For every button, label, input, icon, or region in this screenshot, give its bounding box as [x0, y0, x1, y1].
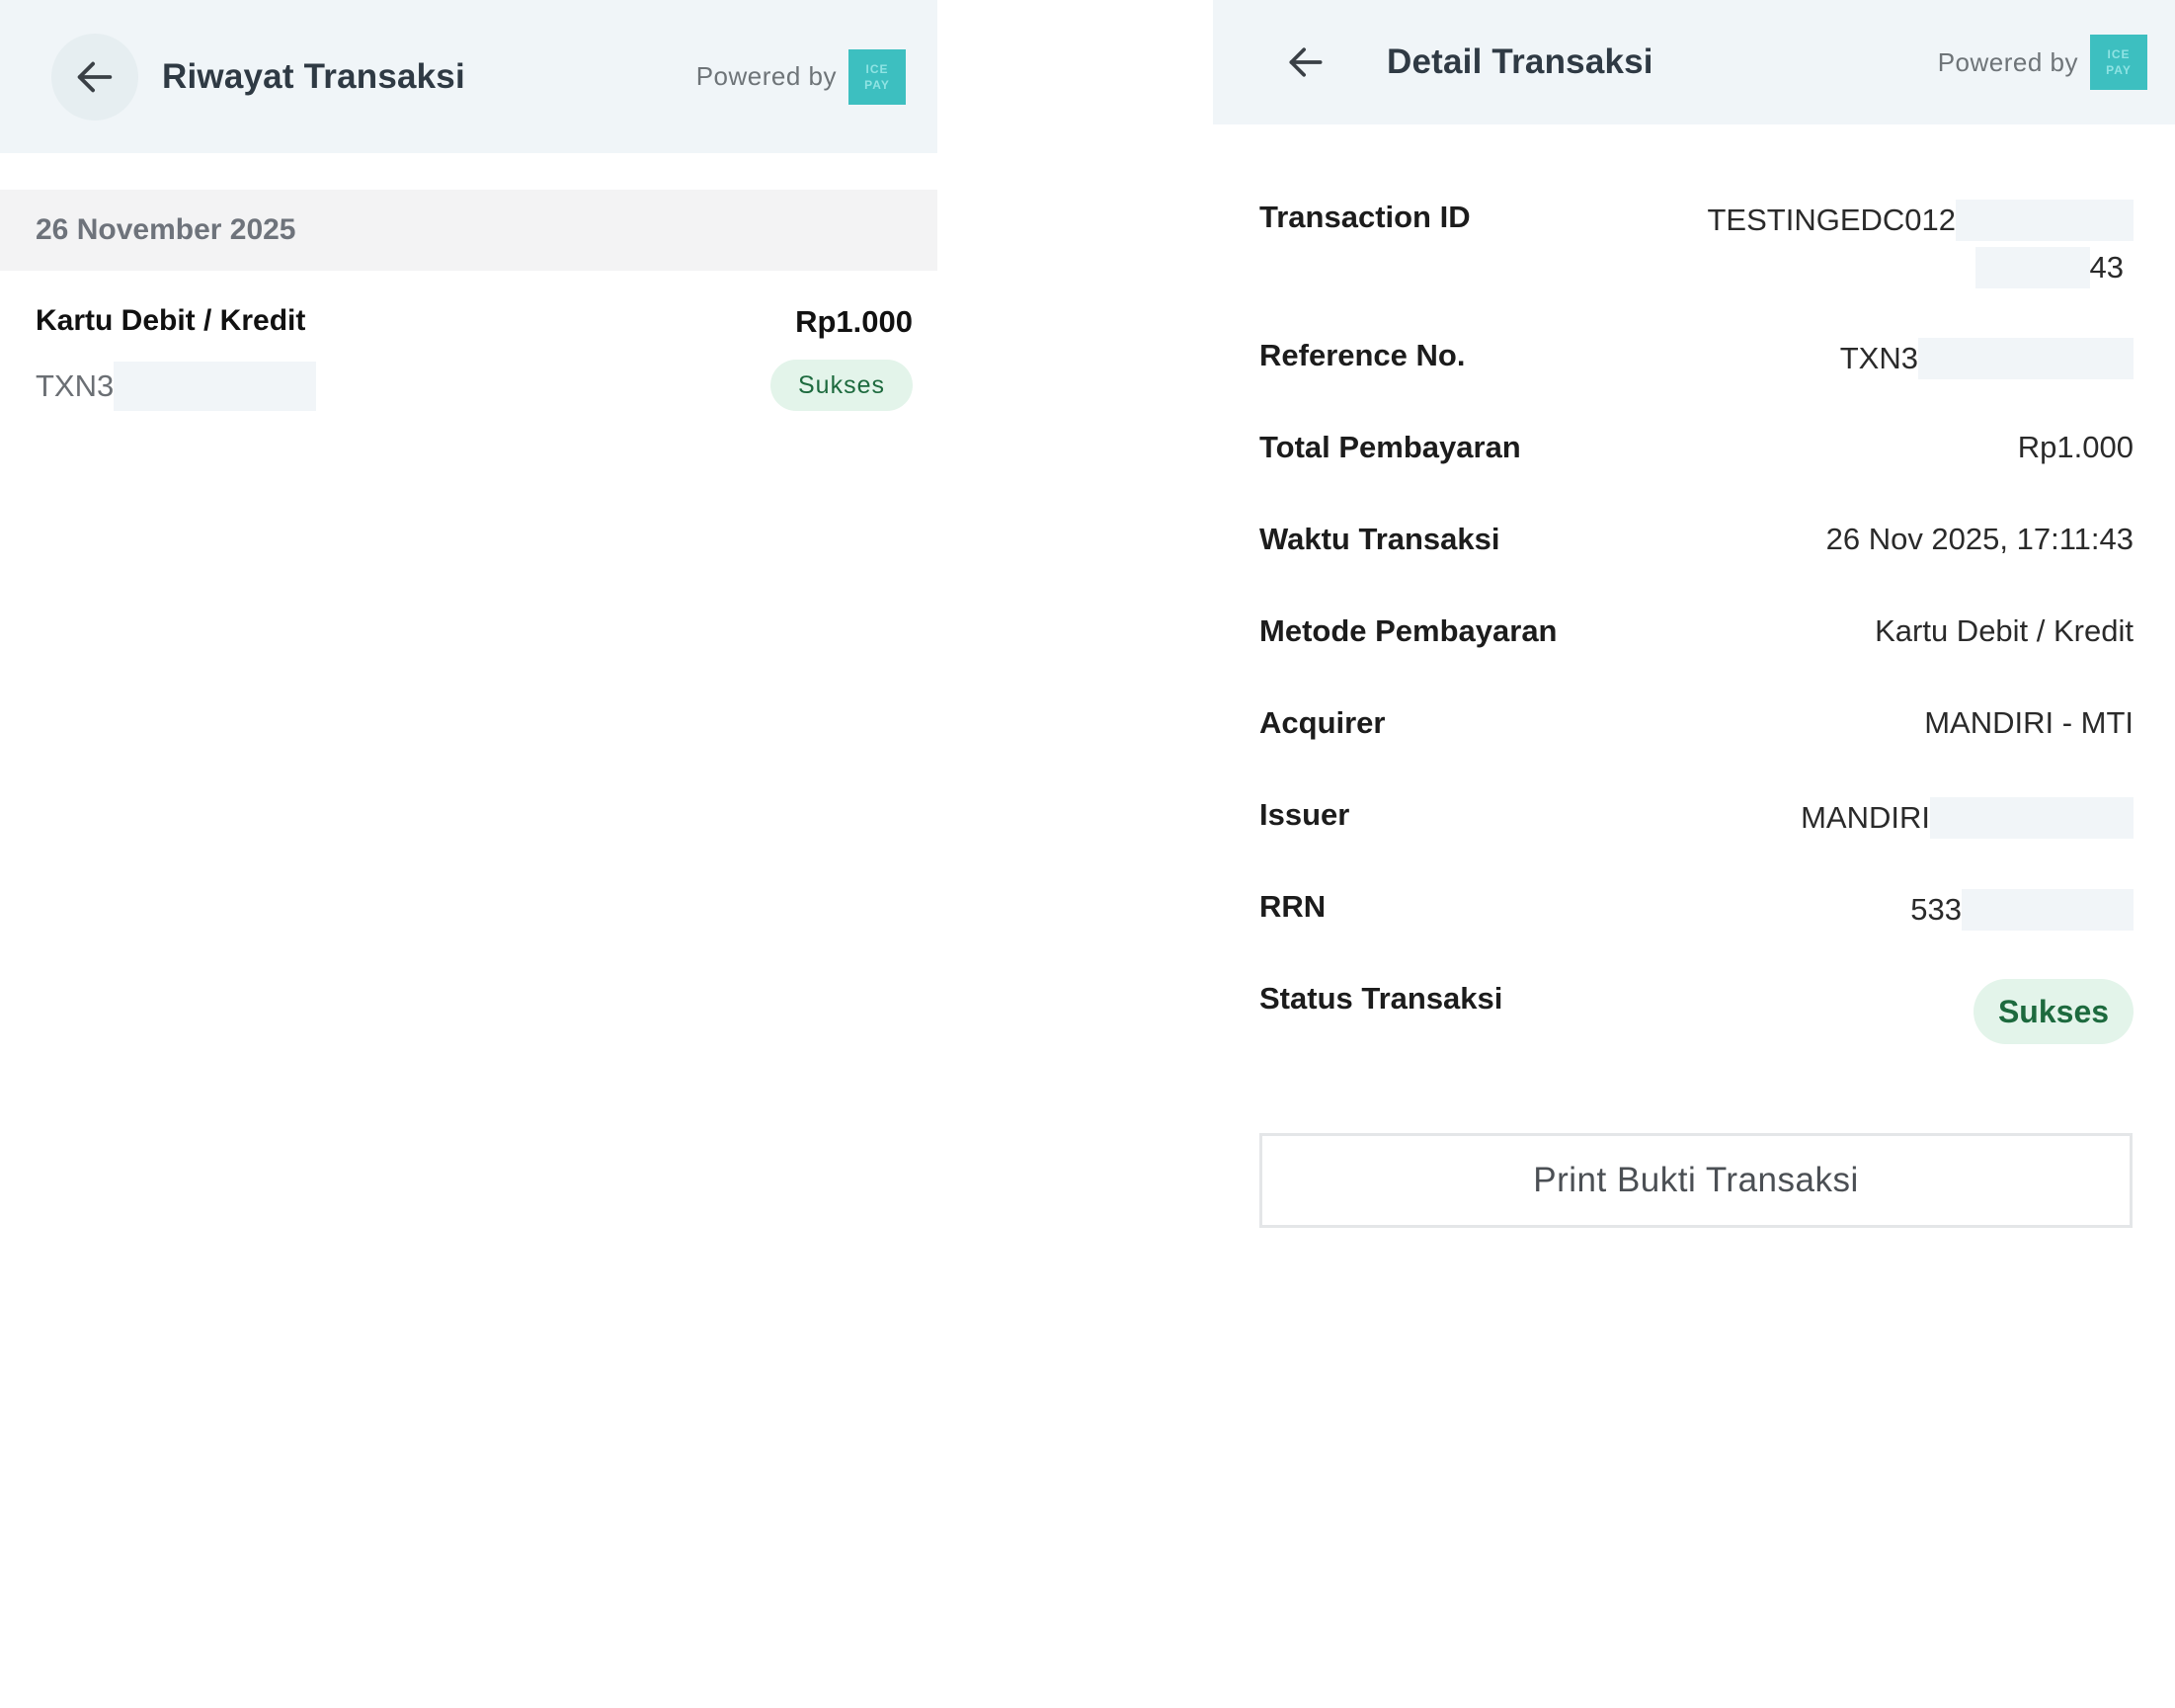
detail-label: Transaction ID: [1259, 200, 1471, 234]
powered-by-text: Powered by: [1937, 46, 2078, 77]
back-button[interactable]: [1276, 33, 1335, 92]
detail-value: TXN3: [1840, 338, 2134, 379]
transaction-method: Kartu Debit / Kredit: [36, 304, 306, 337]
detail-label: Reference No.: [1259, 338, 1466, 372]
print-receipt-button[interactable]: Print Bukti Transaksi: [1259, 1133, 2133, 1228]
detail-label: Issuer: [1259, 797, 1350, 832]
detail-value: Rp1.000: [2017, 430, 2134, 464]
masked-value: [1974, 247, 2090, 288]
detail-row-rrn: RRN 533: [1259, 867, 2134, 959]
powered-by-text: Powered by: [695, 61, 837, 91]
powered-by: Powered by ICE PAY: [695, 48, 906, 105]
icepay-logo: ICE PAY: [2090, 35, 2147, 90]
detail-header: Detail Transaksi Powered by ICE PAY: [1213, 0, 2175, 124]
detail-label: RRN: [1259, 889, 1327, 924]
detail-row-status: Status Transaksi Sukses: [1259, 959, 2134, 1051]
transaction-list-item[interactable]: Kartu Debit / Kredit Rp1.000 TXN3 Sukses: [36, 296, 913, 415]
history-header: Riwayat Transaksi Powered by ICE PAY: [0, 0, 937, 153]
masked-value: [114, 362, 317, 411]
detail-value: MANDIRI: [1801, 797, 2134, 839]
detail-row-reference-no: Reference No. TXN3: [1259, 316, 2134, 408]
date-group-header: 26 November 2025: [0, 190, 937, 271]
arrow-left-icon: [77, 61, 113, 92]
masked-value: [1918, 338, 2134, 379]
detail-label: Total Pembayaran: [1259, 430, 1521, 464]
page-title: Detail Transaksi: [1387, 42, 1653, 81]
detail-label: Waktu Transaksi: [1259, 522, 1500, 556]
detail-value: MANDIRI - MTI: [1924, 705, 2134, 740]
detail-row-method: Metode Pembayaran Kartu Debit / Kredit: [1259, 592, 2134, 684]
detail-value: Kartu Debit / Kredit: [1875, 613, 2134, 648]
detail-value: 533: [1910, 889, 2134, 931]
detail-row-time: Waktu Transaksi 26 Nov 2025, 17:11:43: [1259, 500, 2134, 592]
transaction-amount: Rp1.000: [795, 304, 913, 339]
status-badge: Sukses: [770, 360, 913, 411]
status-badge: Sukses: [1974, 979, 2134, 1044]
page-title: Riwayat Transaksi: [162, 56, 465, 96]
masked-value: [1956, 200, 2134, 241]
masked-value: [1930, 797, 2134, 839]
masked-value: [1962, 889, 2134, 931]
back-button[interactable]: [51, 33, 138, 121]
detail-value: 26 Nov 2025, 17:11:43: [1825, 522, 2134, 556]
detail-row-issuer: Issuer MANDIRI: [1259, 775, 2134, 867]
powered-by: Powered by ICE PAY: [1938, 35, 2147, 90]
detail-value: TESTINGEDC012 43: [1707, 200, 2134, 288]
arrow-left-icon: [1289, 47, 1323, 77]
detail-row-acquirer: Acquirer MANDIRI - MTI: [1259, 684, 2134, 775]
detail-row-transaction-id: Transaction ID TESTINGEDC012 43: [1259, 178, 2134, 316]
detail-label: Metode Pembayaran: [1259, 613, 1558, 648]
detail-label: Status Transaksi: [1259, 981, 1503, 1016]
transaction-reference: TXN3: [36, 362, 317, 411]
detail-row-total: Total Pembayaran Rp1.000: [1259, 408, 2134, 500]
transaction-details: Transaction ID TESTINGEDC012 43 Referenc…: [1259, 178, 2134, 1051]
detail-label: Acquirer: [1259, 705, 1386, 740]
icepay-logo: ICE PAY: [848, 48, 906, 105]
